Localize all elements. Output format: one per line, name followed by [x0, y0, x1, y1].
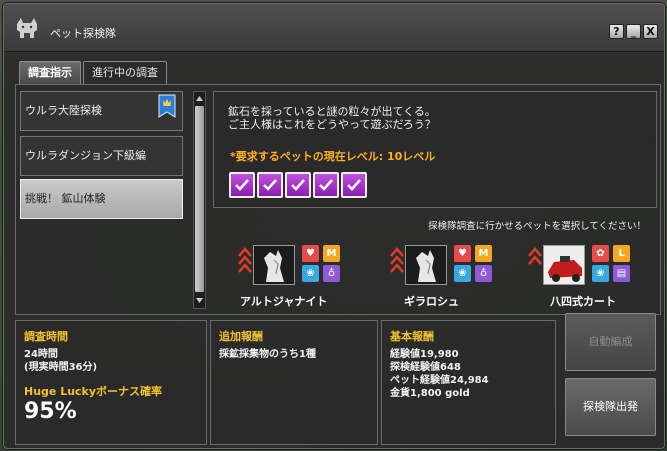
scroll-thumb[interactable]	[195, 106, 204, 292]
window-title: ペット探検隊	[50, 27, 116, 40]
list-item-label: 挑戦！ 鉱山体験	[25, 192, 106, 205]
survey-time-box: 調査時間 24時間 (現実時間36分) Huge Luckyボーナス確率 95%	[15, 320, 207, 445]
check-icon	[257, 172, 283, 198]
expedition-description: 鉱石を採っていると謎の粒々が出てくる。 ご主人様はこれをどうやって遊ぶだろう？ …	[213, 91, 657, 208]
check-icon	[341, 172, 367, 198]
bonus-value: 95%	[24, 399, 77, 424]
paw-icon: ❀	[592, 265, 609, 282]
scroll-icon: ▤	[613, 265, 630, 282]
scroll-down-icon[interactable]	[195, 296, 204, 305]
additional-reward-value: 採鉱採集物のうち1種	[219, 349, 316, 360]
level-up-arrows-icon	[238, 247, 252, 273]
pet-expedition-window: ペット探検隊 ? _ X 調査指示 進行中の調査 ウルラ大陸探検 ウルラダンジョ…	[3, 3, 665, 449]
expedition-list-scrollbar[interactable]	[193, 91, 206, 309]
base-reward-box: 基本報酬 経験値19,980 探検経験値648 ペット経験値24,984 金貨1…	[381, 320, 556, 445]
list-item-urla-dungeon[interactable]: ウルラダンジョン下級編	[20, 136, 183, 176]
check-icon	[313, 172, 339, 198]
level-up-arrows-icon	[390, 247, 404, 273]
pet-portrait	[543, 245, 585, 285]
requirement-checks	[229, 172, 369, 198]
tab-survey-instructions[interactable]: 調査指示	[19, 61, 81, 84]
paw-icon: ❀	[302, 265, 319, 282]
additional-reward-header: 追加報酬	[219, 330, 263, 343]
description-line-1: 鉱石を採っていると謎の粒々が出てくる。	[228, 105, 436, 118]
check-icon	[285, 172, 311, 198]
pet-slot-2[interactable]: ♥ M ❀ ♁ ギラロシュ	[390, 237, 530, 308]
list-item-label: ウルラダンジョン下級編	[25, 149, 146, 162]
pet-name: アルトジャナイト	[240, 295, 328, 308]
survey-time-real: (現実時間36分)	[24, 362, 98, 373]
dog-icon	[11, 12, 43, 42]
scroll-up-icon[interactable]	[195, 94, 204, 103]
base-reward-line: 探検経験値648	[390, 362, 461, 373]
help-button[interactable]: ?	[609, 24, 624, 39]
gear-icon: ✿	[592, 245, 609, 262]
size-m-icon: M	[475, 245, 492, 262]
pet-portrait	[405, 245, 447, 285]
description-text: 鉱石を採っていると謎の粒々が出てくる。 ご主人様はこれをどうやって遊ぶだろう？	[228, 105, 436, 131]
base-reward-line: ペット経験値24,984	[390, 375, 489, 386]
potion-icon: ♁	[323, 265, 340, 282]
pet-slot-1[interactable]: ♥ M ❀ ♁ アルトジャナイト	[238, 237, 378, 308]
size-l-icon: L	[613, 245, 630, 262]
tab-ongoing-survey[interactable]: 進行中の調査	[83, 61, 167, 84]
depart-button[interactable]: 探検隊出発	[565, 378, 656, 436]
close-button[interactable]: X	[643, 24, 658, 39]
pet-portrait	[253, 245, 295, 285]
paw-icon: ❀	[454, 265, 471, 282]
tab-bar: 調査指示 進行中の調査	[19, 61, 169, 84]
description-line-2: ご主人様はこれをどうやって遊ぶだろう？	[228, 118, 436, 131]
title-bar[interactable]: ペット探検隊 ? _ X	[4, 4, 664, 52]
base-reward-line: 金貨1,800 gold	[390, 388, 470, 399]
pet-slot-3[interactable]: ✿ L ❀ ▤ 八四式カート	[528, 237, 667, 308]
check-icon	[229, 172, 255, 198]
heart-icon: ♥	[302, 245, 319, 262]
survey-time-value: 24時間	[24, 349, 58, 360]
survey-panel: ウルラ大陸探検 ウルラダンジョン下級編 挑戦！ 鉱山体験 鉱石を採っていると謎の…	[15, 84, 661, 315]
pet-name: ギラロシュ	[404, 295, 459, 308]
list-item-label: ウルラ大陸探検	[25, 104, 102, 117]
base-reward-header: 基本報酬	[390, 330, 434, 343]
base-reward-line: 経験値19,980	[390, 349, 459, 360]
level-up-arrows-icon	[528, 247, 542, 265]
level-requirement: *要求するペットの現在レベル: 10レベル	[230, 150, 436, 163]
minimize-button[interactable]: _	[626, 24, 641, 39]
pet-select-instruction: 探検隊調査に行かせるペットを選択してください！	[428, 221, 646, 232]
list-item-urla-continent[interactable]: ウルラ大陸探検	[20, 91, 183, 131]
bookmark-badge-icon	[158, 94, 176, 118]
size-m-icon: M	[323, 245, 340, 262]
additional-reward-box: 追加報酬 採鉱採集物のうち1種	[210, 320, 378, 445]
auto-form-button[interactable]: 自動編成	[565, 313, 656, 371]
list-item-mine-challenge[interactable]: 挑戦！ 鉱山体験	[20, 179, 183, 219]
heart-icon: ♥	[454, 245, 471, 262]
expedition-list: ウルラ大陸探検 ウルラダンジョン下級編 挑戦！ 鉱山体験	[20, 91, 186, 309]
survey-time-header: 調査時間	[24, 330, 68, 343]
pet-name: 八四式カート	[550, 295, 616, 308]
bonus-header: Huge Luckyボーナス確率	[24, 385, 163, 398]
potion-icon: ♁	[475, 265, 492, 282]
